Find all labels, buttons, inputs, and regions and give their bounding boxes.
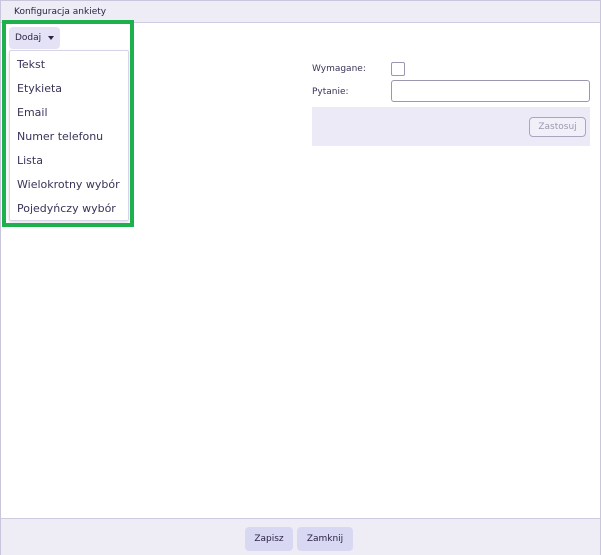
dialog-title: Konfiguracja ankiety bbox=[1, 1, 600, 23]
survey-config-dialog: Konfiguracja ankiety Dodaj Tekst Etykiet… bbox=[0, 0, 601, 555]
add-menu: Tekst Etykieta Email Numer telefonu List… bbox=[9, 50, 129, 221]
menu-item-list[interactable]: Lista bbox=[10, 150, 128, 174]
save-button[interactable]: Zapisz bbox=[245, 527, 293, 551]
caret-down-icon bbox=[48, 36, 54, 40]
apply-button[interactable]: Zastosuj bbox=[529, 117, 586, 137]
menu-item-multi-choice[interactable]: Wielokrotny wybór bbox=[10, 174, 128, 198]
add-dropdown-button[interactable]: Dodaj bbox=[9, 27, 60, 49]
question-label: Pytanie: bbox=[312, 87, 349, 97]
menu-item-email[interactable]: Email bbox=[10, 102, 128, 126]
question-input[interactable] bbox=[391, 80, 590, 102]
menu-item-single-choice[interactable]: Pojedyńczy wybór bbox=[10, 198, 128, 222]
add-button-label: Dodaj bbox=[15, 33, 42, 43]
required-label: Wymagane: bbox=[312, 64, 366, 74]
menu-item-text[interactable]: Tekst bbox=[10, 54, 128, 78]
menu-item-phone[interactable]: Numer telefonu bbox=[10, 126, 128, 150]
close-button[interactable]: Zamknij bbox=[297, 527, 353, 551]
menu-item-label[interactable]: Etykieta bbox=[10, 78, 128, 102]
dialog-footer: Zapisz Zamknij bbox=[1, 518, 600, 555]
required-checkbox[interactable] bbox=[391, 62, 405, 76]
apply-panel: Zastosuj bbox=[312, 107, 590, 146]
